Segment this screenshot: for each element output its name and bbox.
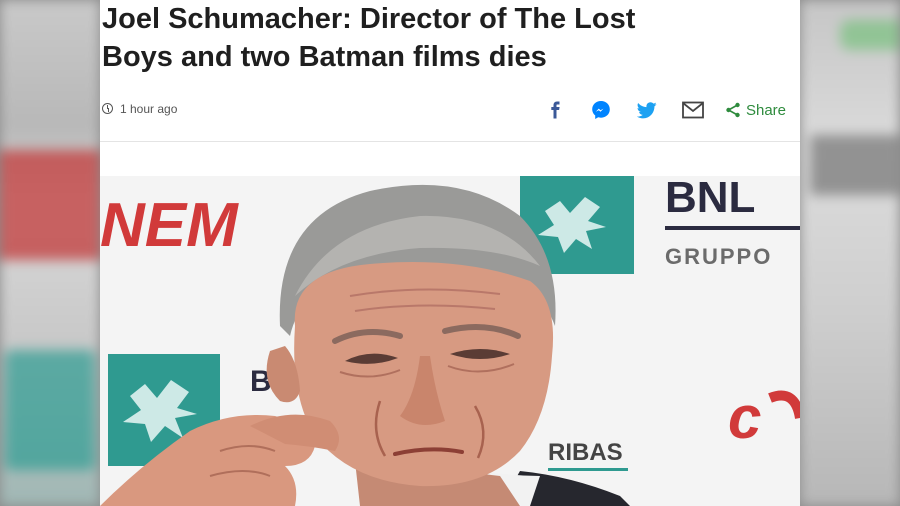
facebook-icon[interactable]: [543, 98, 567, 122]
blurred-background-right: [800, 0, 900, 506]
share-icon: [726, 102, 740, 118]
backdrop-text-bottom: RIBAS: [548, 439, 623, 466]
photo-joel-schumacher: NEM BNL GRUPPO B RIBAS c: [100, 176, 800, 506]
backdrop-logo-sub: GRUPPO: [665, 244, 772, 269]
blurred-green-element: [840, 20, 900, 50]
headline-line-1: Joel Schumacher: Director of The Lost: [102, 3, 636, 35]
backdrop-text-right: c: [728, 384, 761, 451]
share-label: Share: [745, 101, 786, 119]
timestamp: 1 hour ago: [120, 102, 178, 116]
messenger-icon[interactable]: [589, 98, 613, 122]
blurred-dark-text: [810, 135, 900, 195]
article-card: Joel Schumacher: Director of The Lost Bo…: [100, 0, 800, 506]
blurred-red-text: [0, 150, 100, 260]
article-photo[interactable]: NEM BNL GRUPPO B RIBAS c: [100, 176, 800, 506]
backdrop-logo-top: BNL: [665, 176, 755, 222]
article-headline: Joel Schumacher: Director of The Lost Bo…: [102, 0, 792, 76]
backdrop-text-left: NEM: [100, 191, 239, 260]
headline-line-2: Boys and two Batman films dies: [102, 41, 547, 73]
share-toolbar: Share: [521, 98, 786, 122]
twitter-icon[interactable]: [635, 98, 659, 122]
divider: [100, 141, 800, 142]
blurred-background-left: [0, 0, 100, 506]
clock-icon: [102, 103, 113, 114]
blurred-teal-logo: [5, 350, 95, 470]
article-meta-bar: 1 hour ago Share: [100, 92, 800, 132]
share-button[interactable]: Share: [725, 102, 786, 119]
email-icon[interactable]: [681, 98, 705, 122]
